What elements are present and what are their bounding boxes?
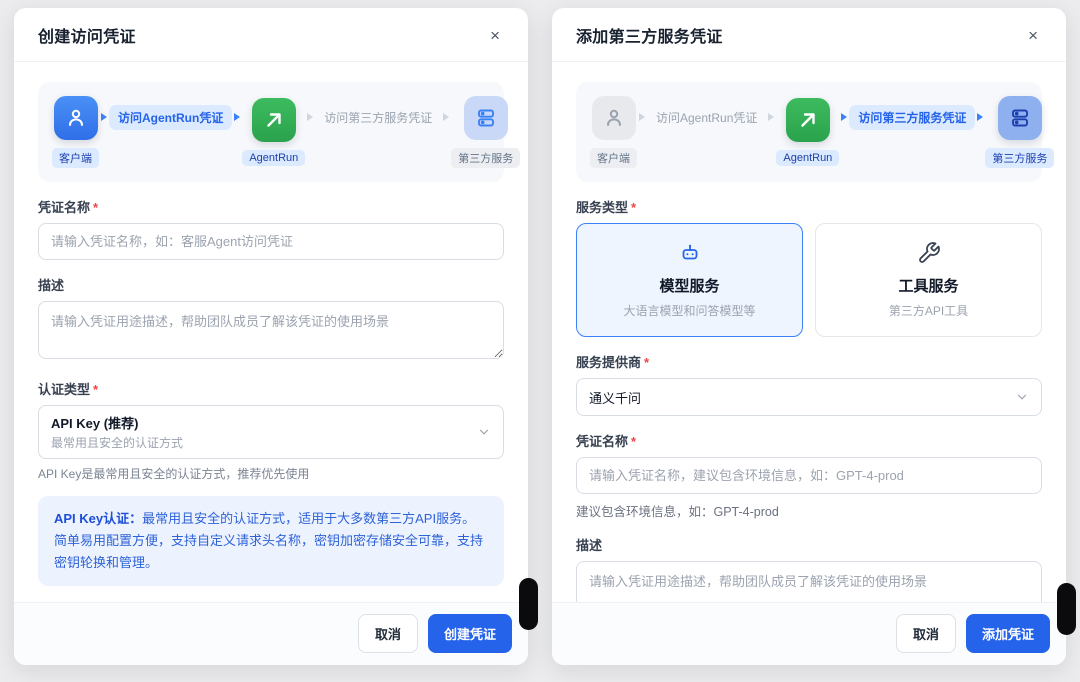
required-mark: * bbox=[644, 355, 649, 370]
server-stack-icon bbox=[464, 96, 508, 140]
create-access-credential-modal: 创建访问凭证 × 客户端 访问AgentRun凭证 AgentRun 访问第三方… bbox=[14, 8, 528, 665]
agentrun-label: AgentRun bbox=[776, 150, 839, 166]
modal-footer: 取消 添加凭证 bbox=[552, 602, 1066, 665]
credential-flow-diagram: 客户端 访问AgentRun凭证 AgentRun 访问第三方服务凭证 第三方服… bbox=[38, 82, 504, 182]
required-mark: * bbox=[93, 382, 98, 397]
auth-type-helper-text: API Key是最常用且安全的认证方式，推荐优先使用 bbox=[38, 465, 504, 482]
modal-body: 客户端 访问AgentRun凭证 AgentRun 访问第三方服务凭证 第三方服… bbox=[14, 62, 528, 602]
required-mark: * bbox=[631, 200, 636, 215]
thirdparty-label: 第三方服务 bbox=[451, 148, 520, 168]
provider-select[interactable]: 通义千问 bbox=[576, 378, 1042, 416]
required-mark: * bbox=[631, 434, 636, 449]
agentrun-arrow-icon bbox=[786, 98, 830, 142]
tool-service-card[interactable]: 工具服务 第三方API工具 bbox=[815, 223, 1042, 337]
create-credential-button[interactable]: 创建凭证 bbox=[428, 614, 512, 653]
thirdparty-label: 第三方服务 bbox=[985, 148, 1054, 168]
flow-node-client: 客户端 bbox=[52, 96, 99, 168]
flow-node-agentrun: AgentRun bbox=[776, 98, 839, 166]
flow-step-agentrun-credential: 访问AgentRun凭证 bbox=[109, 105, 232, 130]
credential-name-label: 凭证名称* bbox=[38, 197, 504, 216]
cancel-button[interactable]: 取消 bbox=[358, 614, 418, 653]
flow-node-thirdparty: 第三方服务 bbox=[451, 96, 520, 168]
modal-header: 添加第三方服务凭证 × bbox=[552, 8, 1066, 62]
arrow-right-icon bbox=[768, 113, 774, 121]
auth-type-select[interactable]: API Key (推荐) 最常用且安全的认证方式 bbox=[38, 405, 504, 459]
flow-node-client: 客户端 bbox=[590, 96, 637, 168]
agentrun-label: AgentRun bbox=[242, 150, 305, 166]
flow-step-thirdparty-credential: 访问第三方服务凭证 bbox=[849, 105, 975, 130]
arrow-right-icon bbox=[234, 113, 240, 121]
flow-node-thirdparty: 第三方服务 bbox=[985, 96, 1054, 168]
credential-name-field: 凭证名称* bbox=[38, 197, 504, 260]
page-title: 创建访问凭证 bbox=[38, 23, 136, 47]
credential-name-input[interactable] bbox=[38, 223, 504, 260]
service-type-field: 服务类型* 模型服务 大语言模型和问答模型等 工具服务 第三方API工具 bbox=[576, 197, 1042, 337]
arrow-right-icon bbox=[977, 113, 983, 121]
client-user-icon bbox=[592, 96, 636, 140]
model-service-subtitle: 大语言模型和问答模型等 bbox=[585, 302, 794, 319]
client-label: 客户端 bbox=[52, 148, 99, 168]
info-box-lead: API Key认证： bbox=[54, 511, 142, 526]
model-service-card[interactable]: 模型服务 大语言模型和问答模型等 bbox=[576, 223, 803, 337]
chevron-down-icon bbox=[1015, 390, 1029, 404]
credential-name-helper-text: 建议包含环境信息，如：GPT-4-prod bbox=[576, 501, 1042, 520]
model-service-title: 模型服务 bbox=[585, 275, 794, 296]
auth-type-selected-option: API Key (推荐) 最常用且安全的认证方式 bbox=[51, 413, 183, 451]
service-type-label: 服务类型* bbox=[576, 197, 1042, 216]
flow-step-agentrun-credential: 访问AgentRun凭证 bbox=[647, 105, 766, 130]
required-mark: * bbox=[93, 200, 98, 215]
description-textarea[interactable] bbox=[576, 561, 1042, 602]
close-icon[interactable]: × bbox=[1024, 25, 1042, 46]
api-key-info-box: API Key认证：最常用且安全的认证方式，适用于大多数第三方API服务。简单易… bbox=[38, 496, 504, 586]
floating-handle[interactable] bbox=[519, 578, 538, 630]
credential-name-field: 凭证名称* 建议包含环境信息，如：GPT-4-prod bbox=[576, 431, 1042, 520]
auth-type-field: 认证类型* API Key (推荐) 最常用且安全的认证方式 API Key是最… bbox=[38, 379, 504, 482]
description-label: 描述 bbox=[38, 275, 504, 294]
credential-name-label: 凭证名称* bbox=[576, 431, 1042, 450]
provider-value: 通义千问 bbox=[589, 388, 641, 407]
auth-type-value-sub: 最常用且安全的认证方式 bbox=[51, 434, 183, 451]
provider-field: 服务提供商* 通义千问 bbox=[576, 352, 1042, 416]
arrow-right-icon bbox=[639, 113, 645, 121]
wrench-icon bbox=[824, 239, 1033, 267]
auth-type-value: API Key (推荐) bbox=[51, 413, 183, 432]
cancel-button[interactable]: 取消 bbox=[896, 614, 956, 653]
arrow-right-icon bbox=[443, 113, 449, 121]
flow-node-agentrun: AgentRun bbox=[242, 98, 305, 166]
server-stack-icon bbox=[998, 96, 1042, 140]
chevron-down-icon bbox=[477, 425, 491, 439]
modal-header: 创建访问凭证 × bbox=[14, 8, 528, 62]
credential-flow-diagram: 客户端 访问AgentRun凭证 AgentRun 访问第三方服务凭证 第三方服… bbox=[576, 82, 1042, 182]
flow-step-thirdparty-credential: 访问第三方服务凭证 bbox=[315, 105, 441, 130]
description-label: 描述 bbox=[576, 535, 1042, 554]
floating-handle[interactable] bbox=[1057, 583, 1076, 635]
robot-icon bbox=[585, 239, 794, 267]
add-credential-button[interactable]: 添加凭证 bbox=[966, 614, 1050, 653]
client-label: 客户端 bbox=[590, 148, 637, 168]
credential-name-input[interactable] bbox=[576, 457, 1042, 494]
provider-label: 服务提供商* bbox=[576, 352, 1042, 371]
add-thirdparty-credential-modal: 添加第三方服务凭证 × 客户端 访问AgentRun凭证 AgentRun 访问… bbox=[552, 8, 1066, 665]
agentrun-arrow-icon bbox=[252, 98, 296, 142]
arrow-right-icon bbox=[307, 113, 313, 121]
arrow-right-icon bbox=[841, 113, 847, 121]
modal-body: 客户端 访问AgentRun凭证 AgentRun 访问第三方服务凭证 第三方服… bbox=[552, 62, 1066, 602]
tool-service-title: 工具服务 bbox=[824, 275, 1033, 296]
description-textarea[interactable] bbox=[38, 301, 504, 359]
page-title: 添加第三方服务凭证 bbox=[576, 23, 723, 47]
tool-service-subtitle: 第三方API工具 bbox=[824, 302, 1033, 319]
arrow-right-icon bbox=[101, 113, 107, 121]
close-icon[interactable]: × bbox=[486, 25, 504, 46]
description-field: 描述 bbox=[38, 275, 504, 364]
client-user-icon bbox=[54, 96, 98, 140]
auth-type-label: 认证类型* bbox=[38, 379, 504, 398]
modal-footer: 取消 创建凭证 bbox=[14, 602, 528, 665]
description-field: 描述 bbox=[576, 535, 1042, 602]
